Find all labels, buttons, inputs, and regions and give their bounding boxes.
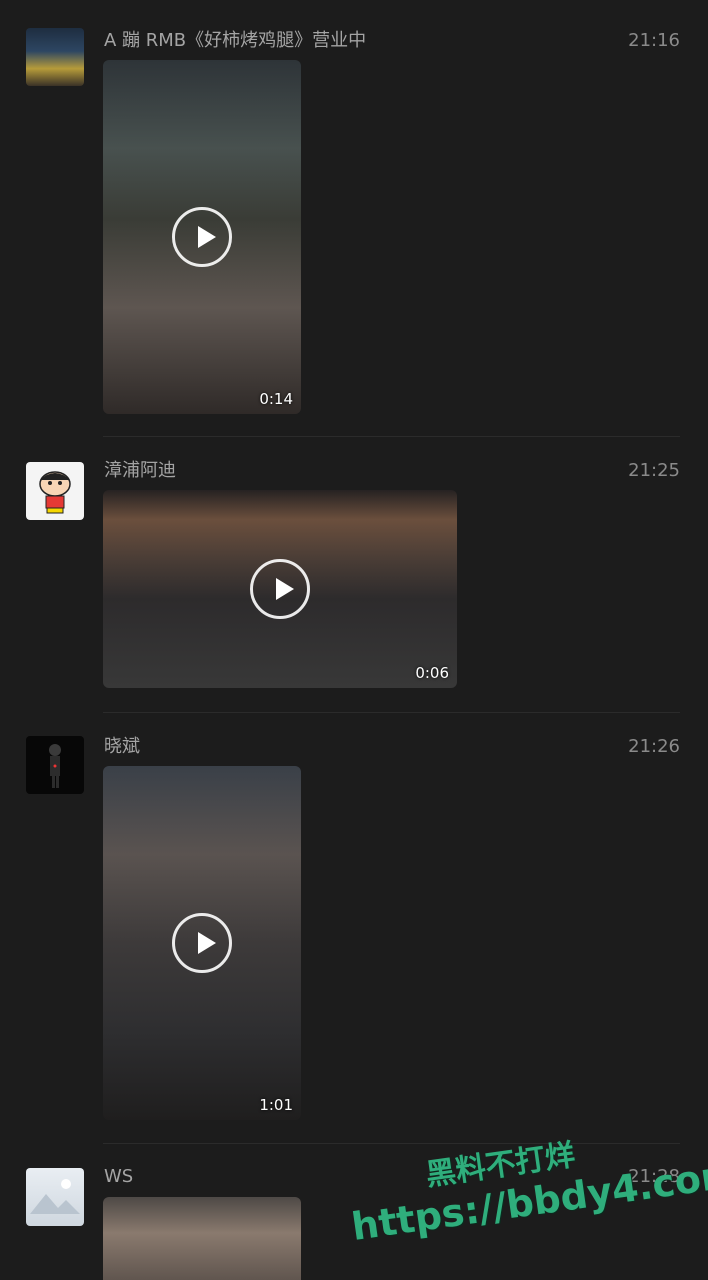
divider	[103, 1143, 680, 1144]
dark-figure-icon	[49, 744, 61, 788]
play-icon[interactable]	[250, 559, 310, 619]
video-duration: 0:06	[415, 664, 449, 682]
video-thumbnail[interactable]: 0:06	[103, 490, 457, 688]
timestamp: 21:28	[628, 1166, 680, 1187]
avatar[interactable]	[26, 736, 84, 794]
divider	[103, 436, 680, 437]
watermark-title: 黑料不打烊	[423, 1137, 578, 1194]
cartoon-boy-icon	[39, 471, 71, 514]
timestamp: 21:26	[628, 736, 680, 757]
divider	[103, 712, 680, 713]
landscape-placeholder-icon	[30, 1179, 80, 1214]
message-feed: A 蹦 RMB《好柿烤鸡腿》营业中 21:16 0:14 漳浦阿迪 21:25 …	[0, 0, 708, 1280]
avatar[interactable]	[26, 1168, 84, 1226]
sender-name: 漳浦阿迪	[104, 460, 176, 481]
video-thumbnail[interactable]: 1:01	[103, 766, 301, 1120]
video-duration: 1:01	[259, 1096, 293, 1114]
sender-name: 晓斌	[104, 736, 140, 757]
video-thumbnail[interactable]	[103, 1197, 301, 1280]
avatar[interactable]	[26, 28, 84, 86]
video-duration: 0:14	[259, 390, 293, 408]
play-icon[interactable]	[172, 207, 232, 267]
video-thumbnail[interactable]: 0:14	[103, 60, 301, 414]
timestamp: 21:25	[628, 460, 680, 481]
sender-name: WS	[104, 1166, 134, 1187]
play-icon[interactable]	[172, 913, 232, 973]
avatar[interactable]	[26, 462, 84, 520]
timestamp: 21:16	[628, 30, 680, 51]
sender-name: A 蹦 RMB《好柿烤鸡腿》营业中	[104, 30, 367, 51]
